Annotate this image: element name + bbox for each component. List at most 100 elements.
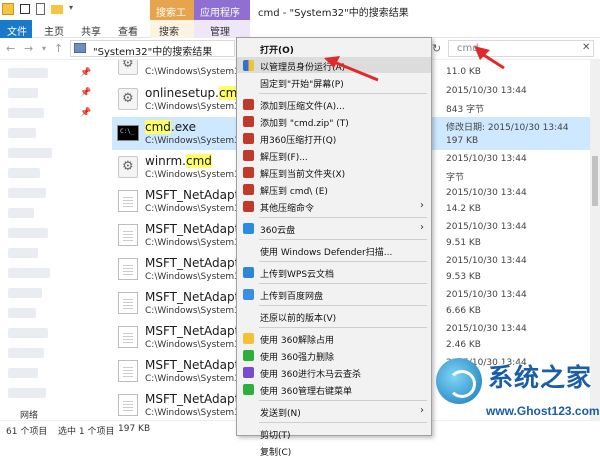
pin-icon[interactable]: 📌 — [80, 108, 91, 118]
menu-separator — [259, 261, 427, 262]
dropdown-icon[interactable]: ▾ — [69, 3, 73, 15]
search-tools-header: 搜索工具 — [150, 0, 194, 34]
menu-item[interactable]: 其他压缩命令 › — [237, 198, 431, 214]
properties-icon[interactable] — [36, 3, 45, 15]
document-file-icon — [118, 292, 138, 314]
menu-item[interactable]: 添加到 "cmd.zip" (T) — [237, 113, 431, 129]
document-file-icon — [118, 224, 138, 246]
up-icon[interactable]: ↑ — [54, 42, 63, 55]
menu-item[interactable]: 上传到WPS云文档 — [237, 264, 431, 280]
folder-icon[interactable] — [51, 5, 63, 14]
nav-item[interactable] — [8, 88, 38, 98]
watermark-url: www.Ghost123.com — [486, 404, 600, 418]
file-size: 字节 — [446, 173, 465, 183]
menu-item-label: 使用 360进行木马云查杀 — [260, 370, 362, 380]
menu-item[interactable]: 解压到 cmd\ (E) — [237, 181, 431, 197]
menu-item[interactable]: 添加到压缩文件(A)... — [237, 96, 431, 112]
file-extension: .exe — [170, 120, 197, 134]
pin-icon[interactable]: 📌 — [80, 68, 91, 78]
menu-item[interactable]: 用360压缩打开(Q) — [237, 130, 431, 146]
document-file-icon — [118, 190, 138, 212]
watermark: 系统之家 www.Ghost123.com — [436, 354, 600, 432]
explorer-window: ▾ 搜索工具 应用程序工具 cmd - "System32"中的搜索结果 文件 … — [0, 0, 600, 458]
tab-manage[interactable]: 管理 — [194, 20, 250, 38]
nav-item[interactable] — [8, 148, 52, 158]
document-file-icon — [118, 360, 138, 382]
address-path[interactable]: "System32"中的搜索结果 — [70, 40, 235, 58]
nav-item[interactable] — [8, 188, 46, 198]
refresh-icon[interactable]: ↻ — [432, 42, 441, 55]
nav-item[interactable] — [8, 328, 48, 338]
menu-item-label: 解压到(F)... — [260, 153, 308, 163]
document-file-icon — [118, 326, 138, 348]
nav-item[interactable] — [8, 308, 36, 318]
nav-item[interactable] — [8, 248, 38, 258]
tab-file[interactable]: 文件 — [0, 20, 32, 38]
archive-icon — [243, 184, 254, 195]
menu-item[interactable]: 360云盘 › — [237, 220, 431, 236]
menu-item[interactable]: 解压到(F)... — [237, 147, 431, 163]
nav-item[interactable] — [8, 348, 44, 358]
file-modified: 2015/10/30 13:44 — [446, 222, 527, 232]
tab-share[interactable]: 共享 — [81, 23, 101, 38]
menu-item[interactable]: 复制(C) — [237, 442, 431, 458]
tab-home[interactable]: 主页 — [44, 23, 64, 38]
file-path: C:\Windows\System32 — [145, 340, 246, 350]
navigation-pane[interactable]: 📌 📌 📌 网络 — [0, 60, 96, 421]
menu-separator — [259, 305, 427, 306]
nav-item[interactable] — [8, 208, 34, 218]
menu-item[interactable]: 上传到百度网盘 — [237, 286, 431, 302]
360c-icon — [243, 367, 254, 378]
menu-item-label: 剪切(T) — [260, 431, 291, 441]
checkbox-icon[interactable] — [20, 4, 30, 14]
menu-item[interactable]: 发送到(N) › — [237, 403, 431, 419]
menu-separator — [259, 217, 427, 218]
nav-item[interactable] — [8, 68, 48, 78]
file-modified: 2015/10/30 13:44 — [446, 154, 527, 164]
menu-item[interactable]: 使用 Windows Defender扫描... — [237, 242, 431, 258]
menu-item[interactable]: 使用 360管理右键菜单 — [237, 381, 431, 397]
clear-search-icon[interactable]: ✕ — [582, 42, 590, 53]
nav-item[interactable] — [8, 268, 50, 278]
nav-item[interactable] — [8, 368, 38, 378]
nav-item[interactable] — [8, 288, 42, 298]
menu-item-label: 上传到百度网盘 — [260, 292, 324, 302]
forward-icon[interactable]: → — [24, 42, 33, 55]
menu-item[interactable]: 还原以前的版本(V) — [237, 308, 431, 324]
file-path: C:\Windows\System32 — [145, 67, 246, 77]
script-file-icon — [118, 60, 138, 75]
archive-icon — [243, 133, 254, 144]
nav-item[interactable] — [8, 128, 36, 138]
menu-item[interactable]: 解压到当前文件夹(X) — [237, 164, 431, 180]
submenu-arrow-icon: › — [420, 405, 424, 416]
menu-item[interactable]: 使用 360解除占用 — [237, 330, 431, 346]
recent-dropdown-icon[interactable]: ▾ — [42, 44, 46, 53]
pin-icon[interactable]: 📌 — [80, 88, 91, 98]
menu-item[interactable]: 使用 360进行木马云查杀 — [237, 364, 431, 380]
tab-view[interactable]: 查看 — [118, 23, 138, 38]
title-bar: ▾ 搜索工具 应用程序工具 cmd - "System32"中的搜索结果 — [0, 0, 600, 34]
tab-search[interactable]: 搜索 — [150, 20, 194, 38]
menu-item[interactable]: 使用 360强力删除 — [237, 347, 431, 363]
file-path: C:\Windows\System32 — [145, 102, 246, 112]
nav-item[interactable] — [8, 168, 40, 178]
menu-item-label: 打开(O) — [260, 46, 294, 56]
scrollbar-thumb[interactable] — [592, 156, 598, 206]
archive-icon — [243, 116, 254, 127]
menu-item-label: 复制(C) — [260, 448, 292, 458]
file-modified: 修改日期: 2015/10/30 13:44 — [446, 123, 569, 133]
menu-item[interactable]: 剪切(T) — [237, 425, 431, 441]
menu-item-label: 360云盘 — [260, 226, 296, 236]
menu-item-label: 解压到当前文件夹(X) — [260, 170, 346, 180]
selected-size: 197 KB — [118, 424, 151, 434]
nav-item[interactable] — [8, 388, 46, 398]
file-size: 197 KB — [446, 136, 479, 146]
watermark-logo — [436, 358, 482, 404]
back-icon[interactable]: ← — [6, 42, 15, 55]
nav-item[interactable] — [8, 228, 48, 238]
nav-item[interactable] — [8, 108, 44, 118]
script-file-icon — [118, 156, 138, 178]
document-file-icon — [118, 394, 138, 416]
menu-item-label: 发送到(N) — [260, 409, 301, 419]
menu-item-label: 添加到 "cmd.zip" (T) — [260, 119, 349, 129]
